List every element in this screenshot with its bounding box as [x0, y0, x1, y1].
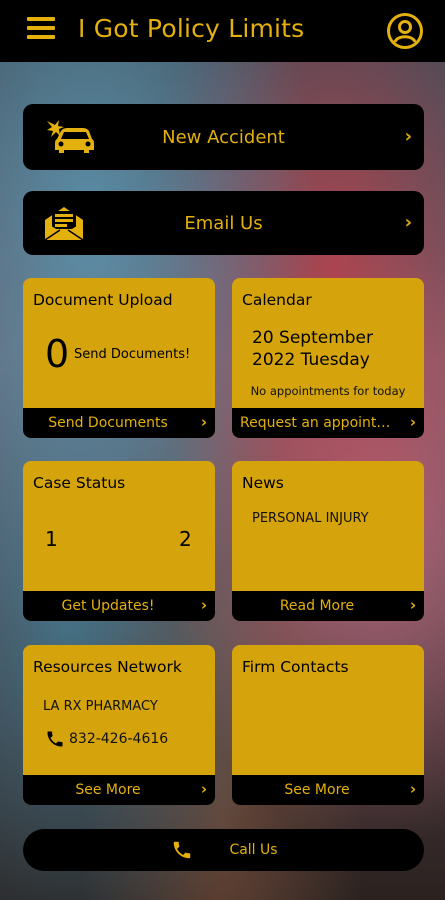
calendar-date: 20 September 2022 Tuesday: [252, 327, 373, 371]
see-more-resources-button[interactable]: See More ›: [23, 775, 215, 805]
resource-phone: 832-426-4616: [69, 731, 169, 747]
chevron-right-icon: ›: [409, 780, 416, 798]
chevron-right-icon: ›: [409, 413, 416, 431]
menu-icon[interactable]: [27, 17, 55, 43]
document-upload-tile[interactable]: Document Upload 0 Send Documents! Send D…: [23, 278, 215, 438]
firm-contacts-tile[interactable]: Firm Contacts See More ›: [232, 645, 424, 805]
request-appointment-button[interactable]: Request an appointment ›: [232, 408, 424, 438]
get-updates-button[interactable]: Get Updates! ›: [23, 591, 215, 621]
footer-label: Send Documents: [48, 415, 168, 431]
tile-title: Firm Contacts: [242, 658, 349, 676]
footer-label: Get Updates!: [61, 598, 155, 614]
calendar-note: No appointments for today: [250, 384, 406, 398]
calendar-date-line2: 2022 Tuesday: [252, 350, 370, 370]
chevron-right-icon: ›: [404, 126, 412, 147]
calendar-date-line1: 20 September: [252, 328, 374, 348]
resource-phone-link[interactable]: 832-426-4616: [45, 729, 168, 749]
footer-label: See More: [284, 782, 350, 798]
new-accident-label: New Accident: [162, 127, 285, 148]
top-bar: I Got Policy Limits: [0, 0, 445, 62]
document-subtitle: Send Documents!: [74, 347, 191, 362]
tile-title: Case Status: [33, 474, 126, 492]
send-documents-button[interactable]: Send Documents ›: [23, 408, 215, 438]
chevron-right-icon: ›: [200, 596, 207, 614]
call-us-button[interactable]: Call Us: [23, 829, 424, 871]
tile-title: Calendar: [242, 291, 312, 309]
chevron-right-icon: ›: [404, 212, 412, 233]
new-accident-button[interactable]: New Accident ›: [23, 104, 424, 170]
chevron-right-icon: ›: [200, 780, 207, 798]
chevron-right-icon: ›: [409, 596, 416, 614]
tile-title: Resources Network: [33, 658, 182, 676]
news-item[interactable]: PERSONAL INJURY: [252, 511, 369, 526]
news-tile[interactable]: News PERSONAL INJURY Read More ›: [232, 461, 424, 621]
chevron-right-icon: ›: [200, 413, 207, 431]
app-title: I Got Policy Limits: [78, 14, 305, 43]
resources-network-tile[interactable]: Resources Network LA RX PHARMACY 832-426…: [23, 645, 215, 805]
tile-title: Document Upload: [33, 291, 173, 309]
resource-name[interactable]: LA RX PHARMACY: [43, 699, 158, 714]
footer-label: Request an appointment: [240, 415, 404, 431]
calendar-tile[interactable]: Calendar 20 September 2022 Tuesday No ap…: [232, 278, 424, 438]
case-status-value-right: 2: [179, 527, 192, 551]
footer-label: Read More: [279, 598, 355, 614]
document-count: 0: [45, 332, 70, 376]
email-us-label: Email Us: [184, 213, 263, 234]
case-status-value-left: 1: [45, 527, 58, 551]
tile-title: News: [242, 474, 284, 492]
footer-label: See More: [75, 782, 141, 798]
case-status-tile[interactable]: Case Status 1 2 Get Updates! ›: [23, 461, 215, 621]
profile-icon[interactable]: [386, 12, 424, 50]
email-us-button[interactable]: Email Us ›: [23, 191, 424, 255]
read-more-button[interactable]: Read More ›: [232, 591, 424, 621]
phone-icon: [47, 731, 63, 747]
see-more-contacts-button[interactable]: See More ›: [232, 775, 424, 805]
call-us-label: Call Us: [229, 842, 278, 858]
